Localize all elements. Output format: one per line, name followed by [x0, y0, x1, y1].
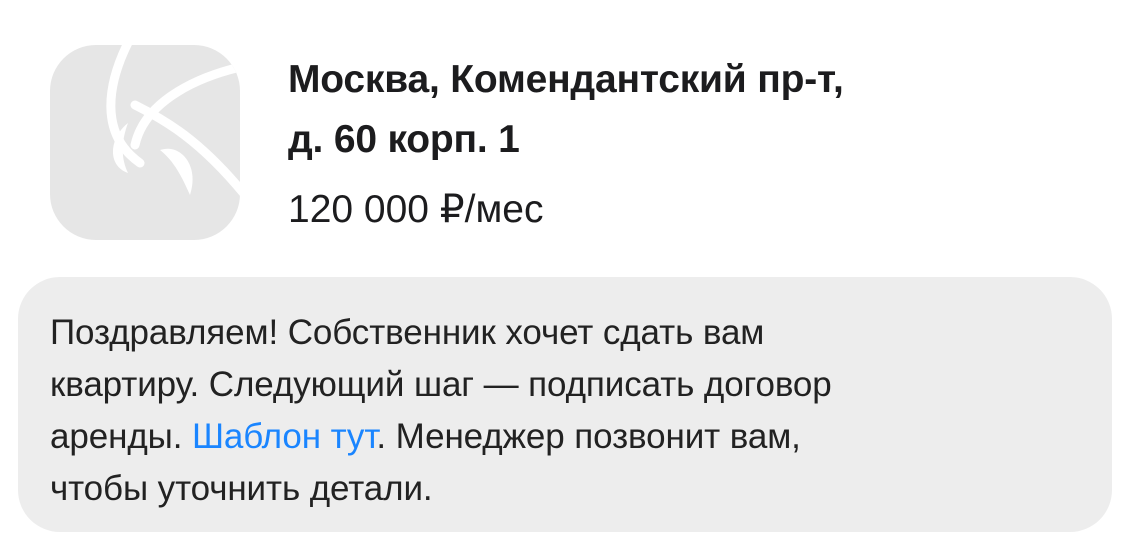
message-line-2: квартиру. Следующий шаг — подписать дого… [50, 365, 832, 404]
contract-template-link[interactable]: Шаблон тут [192, 417, 377, 456]
message-line-4: чтобы уточнить детали. [50, 469, 433, 508]
listing-card[interactable]: Москва, Комендантский пр-т, д. 60 корп. … [0, 0, 1125, 270]
address-line-2: д. 60 корп. 1 [288, 118, 520, 161]
message-line-1: Поздравляем! Собственник хочет сдать вам [50, 313, 765, 352]
listing-info: Москва, Комендантский пр-т, д. 60 корп. … [288, 50, 1088, 234]
placeholder-image-icon [50, 45, 240, 240]
listing-price: 120 000 ₽/мес [288, 188, 544, 231]
message-bubble: Поздравляем! Собственник хочет сдать вам… [18, 277, 1112, 532]
message-line-3-start: аренды. [50, 417, 192, 456]
message-text: Поздравляем! Собственник хочет сдать вам… [50, 307, 1080, 515]
message-line-3-end: . Менеджер позвонит вам, [376, 417, 801, 456]
listing-address: Москва, Комендантский пр-т, д. 60 корп. … [288, 50, 1088, 170]
address-line-1: Москва, Комендантский пр-т, [288, 58, 844, 101]
message-line-3: аренды. Шаблон тут. Менеджер позвонит ва… [50, 411, 1080, 463]
